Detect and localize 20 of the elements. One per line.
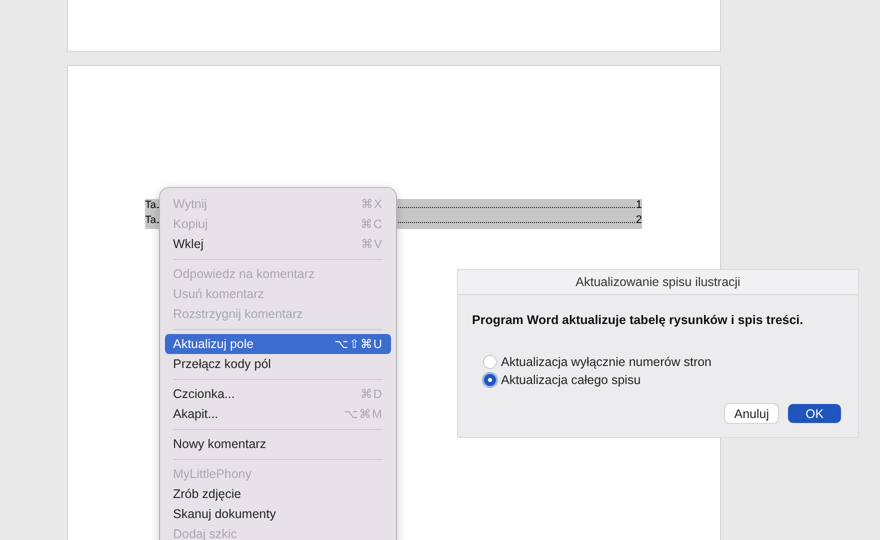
menu-item[interactable]: Przełącz kody pól bbox=[165, 354, 391, 374]
cancel-button[interactable]: Anuluj bbox=[725, 404, 778, 423]
menu-item[interactable]: Wklej ⌘V bbox=[165, 234, 391, 254]
menu-item[interactable]: Aktualizuj pole ⌥⇧⌘U bbox=[165, 334, 391, 354]
radio-label[interactable]: Aktualizacja wyłącznie numerów stron bbox=[501, 354, 712, 368]
radio-button[interactable] bbox=[484, 356, 496, 368]
dialog-title: Aktualizowanie spisu ilustracji bbox=[458, 270, 858, 295]
toc-page-number: 2 bbox=[636, 214, 642, 226]
radio-button[interactable] bbox=[484, 374, 496, 386]
ok-button[interactable]: OK bbox=[788, 404, 841, 423]
radio-label[interactable]: Aktualizacja całego spisu bbox=[501, 372, 641, 386]
menu-item[interactable]: Skanuj dokumenty bbox=[165, 504, 391, 524]
menu-item[interactable]: Czcionka... ⌘D bbox=[165, 384, 391, 404]
toc-entry-label: Ta bbox=[145, 199, 156, 211]
dialog-message: Program Word aktualizuje tabelę rysunków i spis treści. bbox=[472, 313, 804, 327]
toc-entry-label: Ta bbox=[145, 214, 156, 226]
menu-item[interactable]: Akapit... ⌥⌘M bbox=[165, 404, 391, 424]
menu-item[interactable]: Nowy komentarz bbox=[165, 434, 391, 454]
menu-item[interactable]: Zrób zdjęcie bbox=[165, 484, 391, 504]
toc-page-number: 1 bbox=[636, 199, 642, 211]
